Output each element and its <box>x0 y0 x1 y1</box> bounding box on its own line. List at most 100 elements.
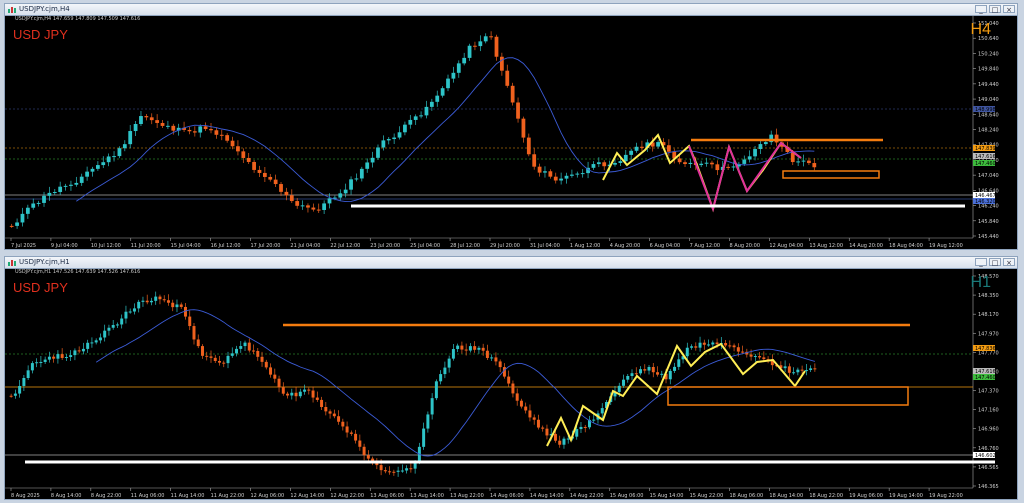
price-tag-label: 147.616 <box>975 154 996 160</box>
candlestick-chart[interactable]: 148.570148.350148.170147.970147.770147.5… <box>5 268 1017 499</box>
candle-body <box>510 85 515 103</box>
candle-body <box>728 345 732 347</box>
candle-body <box>429 101 434 107</box>
candle-body <box>541 427 545 429</box>
time-tick-label: 13 Aug 14:00 <box>410 493 444 499</box>
price-tag-label: 147.839 <box>975 146 996 152</box>
candle-body <box>279 184 283 192</box>
candle-body <box>160 122 165 126</box>
candle-body <box>124 311 128 319</box>
candlestick-chart[interactable]: 151.040150.640150.240149.840149.440149.0… <box>5 15 1017 249</box>
timeframe-label: H1 <box>970 274 991 291</box>
candle-body <box>298 391 302 397</box>
candle-body <box>413 116 418 120</box>
chart-window-h1[interactable]: USDJPY.cjm,H1 _ □ × 148.570 148.350 148.17… <box>4 256 1018 500</box>
candle-body <box>73 350 77 356</box>
candle-body <box>149 117 154 121</box>
candle-body <box>196 339 200 347</box>
candle-body <box>596 162 601 165</box>
time-tick-label: 15 Jul 04:00 <box>171 243 201 249</box>
candle-body <box>524 406 528 411</box>
candle-body <box>699 163 704 166</box>
time-tick-label: 11 Aug 22:00 <box>211 493 245 499</box>
time-tick-label: 14 Aug 06:00 <box>490 493 524 499</box>
close-button[interactable]: × <box>1003 5 1015 14</box>
price-tick-label: 146.365 <box>978 484 999 490</box>
candle-body <box>36 202 41 204</box>
candle-body <box>478 41 483 47</box>
time-tick-label: 8 Aug 14:00 <box>51 493 82 499</box>
time-tick-label: 23 Jul 20:00 <box>370 243 400 249</box>
candle-body <box>762 357 766 360</box>
minimize-button[interactable]: _ <box>975 258 987 267</box>
candle-body <box>392 137 397 140</box>
candle-body <box>634 146 639 151</box>
candle-body <box>370 157 375 163</box>
candle-body <box>783 366 787 369</box>
candle-body <box>405 468 409 471</box>
candle-body <box>90 168 95 172</box>
candle-body <box>481 347 485 351</box>
time-tick-label: 9 Jul 04:00 <box>51 243 78 249</box>
candle-body <box>498 361 502 368</box>
candle-body <box>409 468 413 470</box>
candle-body <box>634 373 638 375</box>
candle-body <box>732 345 736 348</box>
candle-body <box>235 348 239 354</box>
candle-body <box>660 373 664 375</box>
moving-average-line <box>95 309 816 457</box>
candle-body <box>711 342 715 345</box>
candle-body <box>519 400 523 407</box>
chart-icon <box>8 260 16 266</box>
maximize-button[interactable]: □ <box>989 258 1001 267</box>
chart-window-h4[interactable]: USDJPY.cjm,H4 _ □ × 151.040 150.640 150.24… <box>4 3 1018 250</box>
time-tick-label: 18 Aug 14:00 <box>769 493 803 499</box>
time-tick-label: 22 Jul 12:00 <box>330 243 360 249</box>
time-tick-label: 15 Aug 14:00 <box>650 493 684 499</box>
candle-body <box>277 378 281 388</box>
candle-body <box>187 129 192 132</box>
candle-body <box>613 162 617 165</box>
price-chart-area[interactable]: 148.570148.350148.170147.970147.770147.5… <box>5 268 1017 499</box>
candle-body <box>337 416 341 422</box>
candle-body <box>300 205 305 207</box>
minimize-button[interactable]: _ <box>975 5 987 14</box>
candle-body <box>460 345 464 350</box>
candle-body <box>677 158 682 163</box>
candle-body <box>219 134 224 136</box>
candle-body <box>575 173 580 175</box>
candle-body <box>162 299 166 301</box>
candle-body <box>548 171 553 177</box>
candle-body <box>252 161 256 170</box>
time-tick-label: 18 Aug 22:00 <box>809 493 843 499</box>
time-tick-label: 15 Aug 22:00 <box>690 493 724 499</box>
candle-body <box>30 363 34 371</box>
price-tag-label: 148.998 <box>975 107 996 113</box>
close-button[interactable]: × <box>1003 258 1015 267</box>
candle-body <box>726 166 731 168</box>
candle-body <box>507 376 511 384</box>
candle-body <box>230 353 234 356</box>
candle-body <box>643 369 647 371</box>
candle-body <box>656 372 660 375</box>
candle-body <box>536 419 540 428</box>
candle-body <box>56 354 60 359</box>
time-tick-label: 18 Aug 06:00 <box>730 493 764 499</box>
candle-body <box>122 144 127 149</box>
candle-body <box>690 346 694 348</box>
candle-body <box>322 203 327 210</box>
price-tag-label: 147.460 <box>975 161 996 167</box>
candle-body <box>559 178 564 181</box>
maximize-button[interactable]: □ <box>989 5 1001 14</box>
time-tick-label: 28 Jul 12:00 <box>450 243 480 249</box>
candle-body <box>349 179 353 190</box>
candle-body <box>489 36 493 38</box>
time-tick-label: 29 Jul 20:00 <box>490 243 520 249</box>
candle-body <box>349 432 353 434</box>
candle-body <box>315 397 319 400</box>
candle-body <box>443 367 447 375</box>
price-chart-area[interactable]: 151.040 150.640 150.240 149.840 149.440 149.0… <box>5 15 1017 249</box>
candle-body <box>13 393 17 396</box>
candle-body <box>566 438 570 440</box>
candle-body <box>456 345 460 350</box>
